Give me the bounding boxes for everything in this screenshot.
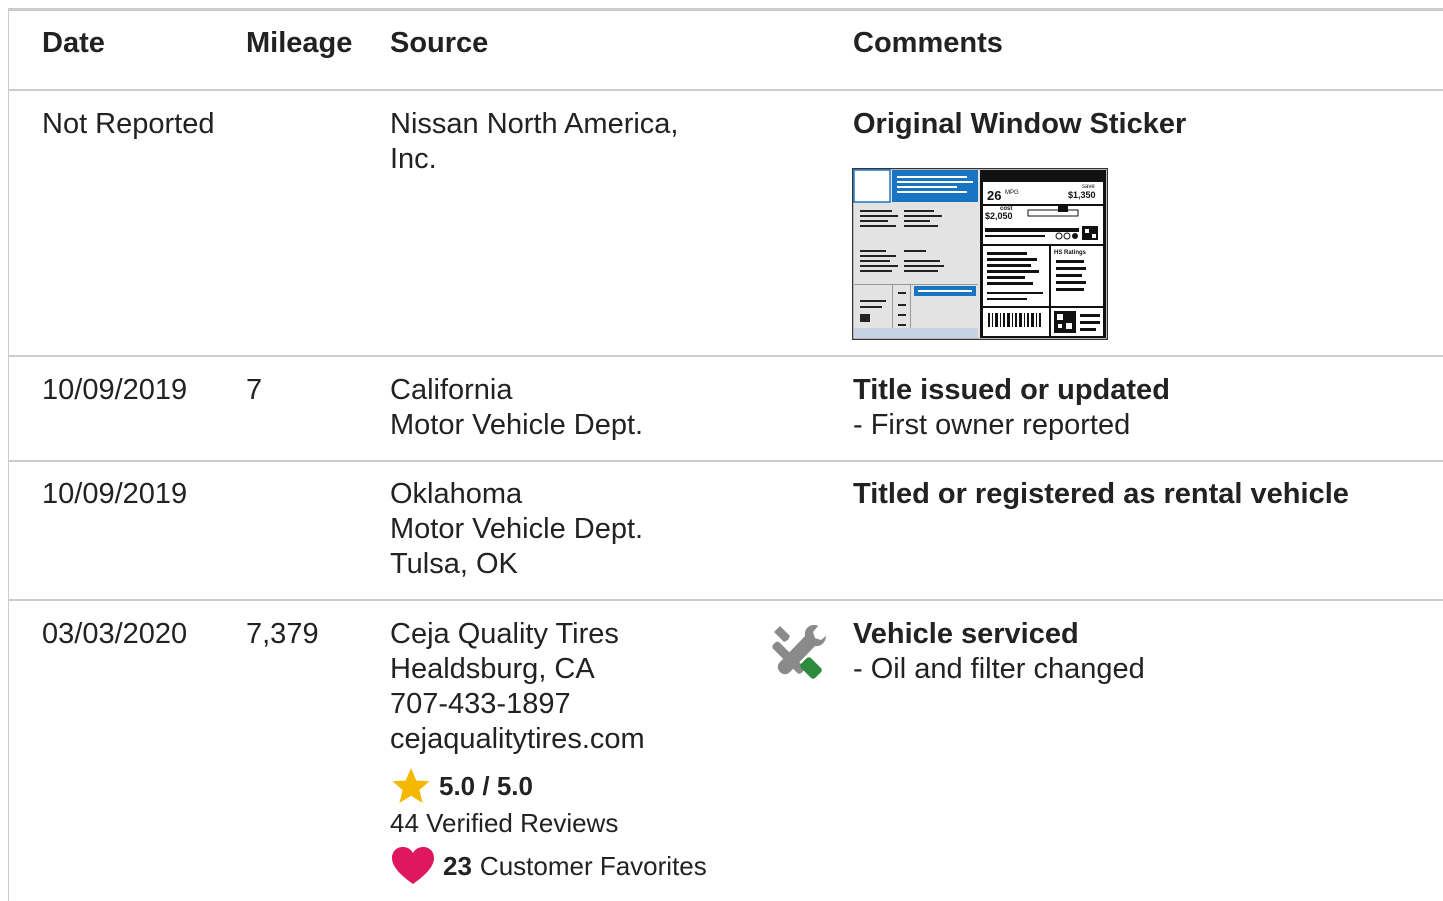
row-divider (9, 355, 1443, 357)
heart-icon (392, 847, 434, 884)
comment-detail: - First owner reported (853, 409, 1131, 441)
rating-value: 5.0 / 5.0 (439, 770, 533, 801)
sticker-save-value: $1,350 (1068, 190, 1096, 200)
row-date: Not Reported (42, 108, 215, 140)
shop-rating[interactable]: 5.0 / 5.0 (391, 766, 533, 806)
row-comment: Vehicle serviced - Oil and filter change… (853, 617, 1145, 687)
comment-title: Original Window Sticker (853, 108, 1187, 140)
source-line: Inc. (390, 143, 437, 175)
row-date: 03/03/2020 (42, 618, 188, 650)
source-line: Nissan North America, (390, 108, 679, 140)
row-source: Nissan North America, Inc. (390, 107, 679, 177)
header-mileage: Mileage (246, 27, 353, 59)
source-line: Ceja Quality Tires (390, 618, 619, 650)
row-mileage: 7,379 (246, 618, 319, 650)
wrench-screwdriver-icon (772, 625, 826, 679)
history-table (8, 8, 1443, 901)
sticker-cost-value: $2,050 (985, 211, 1013, 221)
comment-title: Titled or registered as rental vehicle (853, 478, 1349, 510)
source-line: Healdsburg, CA (390, 653, 595, 685)
source-line: Oklahoma (390, 478, 523, 510)
customer-favorites[interactable]: 23 Customer Favorites (391, 846, 707, 886)
row-date: 10/09/2019 (42, 374, 188, 406)
source-line: Motor Vehicle Dept. (390, 409, 644, 441)
row-comment: Title issued or updated - First owner re… (853, 373, 1170, 443)
favorites-label: Customer Favorites (479, 850, 707, 881)
header-comments: Comments (853, 27, 1003, 59)
star-icon (392, 768, 430, 803)
row-divider (9, 599, 1443, 601)
favorites-count: 23 (443, 850, 472, 881)
row-mileage: 7 (246, 374, 263, 406)
row-divider (9, 460, 1443, 462)
row-source: Ceja Quality Tires Healdsburg, CA 707-43… (390, 617, 645, 757)
header-source: Source (390, 27, 489, 59)
verified-reviews-link[interactable]: 44 Verified Reviews (390, 808, 618, 839)
sticker-ratings-label: HS Ratings (1054, 250, 1087, 256)
sticker-mpg-unit: MPG (1005, 190, 1019, 196)
row-source: California Motor Vehicle Dept. (390, 373, 643, 443)
source-line: Motor Vehicle Dept. (390, 513, 644, 545)
comment-title: Vehicle serviced (853, 618, 1079, 650)
row-source: Oklahoma Motor Vehicle Dept. Tulsa, OK (390, 477, 643, 582)
comment-title: Title issued or updated (853, 374, 1170, 406)
shop-website-link[interactable]: cejaqualitytires.com (390, 722, 645, 757)
source-line: Tulsa, OK (390, 548, 518, 580)
window-sticker-thumbnail[interactable]: 26 MPG save $1,350 cost $2,050 HS Rating… (852, 168, 1108, 340)
comment-detail: - Oil and filter changed (853, 653, 1145, 685)
source-line: 707-433-1897 (390, 688, 571, 720)
source-line: California (390, 374, 513, 406)
row-date: 10/09/2019 (42, 478, 188, 510)
row-divider (9, 89, 1443, 91)
header-date: Date (42, 27, 105, 59)
sticker-mpg: 26 (987, 188, 1001, 203)
